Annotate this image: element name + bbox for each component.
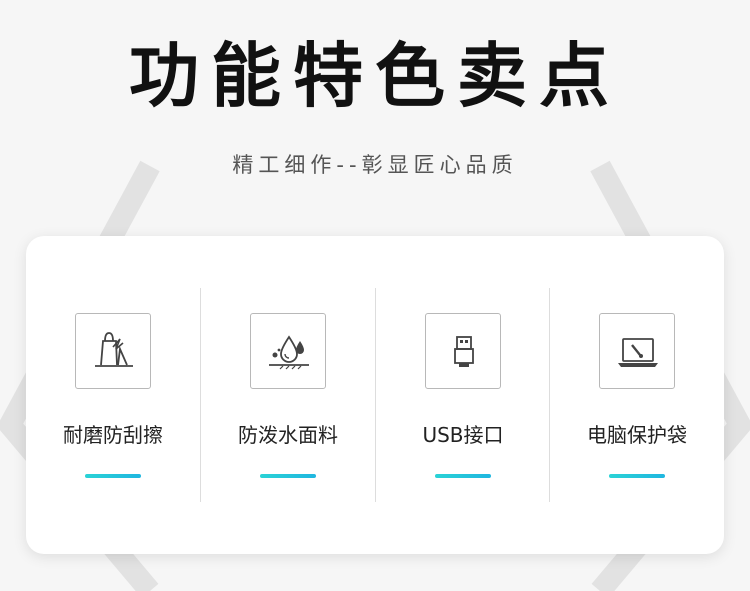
feature-label: 耐磨防刮擦 — [63, 423, 163, 447]
feature-item-water-repellent: 防泼水面料 — [201, 236, 375, 554]
feature-item-scratch-resistant: 耐磨防刮擦 — [26, 236, 200, 554]
page-title: 功能特色卖点 — [129, 35, 621, 117]
feature-icon-box — [75, 313, 151, 389]
accent-bar — [85, 474, 141, 478]
feature-icon-box — [599, 313, 675, 389]
accent-bar — [609, 474, 665, 478]
features-card: 耐磨防刮擦 防泼水面料 USB接口 电脑保护袋 — [26, 236, 724, 554]
feature-item-usb: USB接口 — [376, 236, 550, 554]
feature-label: 电脑保护袋 — [587, 423, 687, 447]
feature-label: USB接口 — [422, 423, 504, 447]
laptop-icon — [618, 338, 658, 367]
feature-label: 防泼水面料 — [238, 423, 338, 447]
page-subtitle: 精工细作--彰显匠心品质 — [232, 153, 518, 177]
usb-icon — [454, 336, 474, 367]
feature-icon-box — [250, 313, 326, 389]
water-drop-icon — [269, 335, 309, 370]
accent-bar — [260, 474, 316, 478]
scratch-resistant-icon — [95, 332, 133, 367]
feature-icon-box — [425, 313, 501, 389]
feature-item-laptop-sleeve: 电脑保护袋 — [550, 236, 724, 554]
accent-bar — [435, 474, 491, 478]
